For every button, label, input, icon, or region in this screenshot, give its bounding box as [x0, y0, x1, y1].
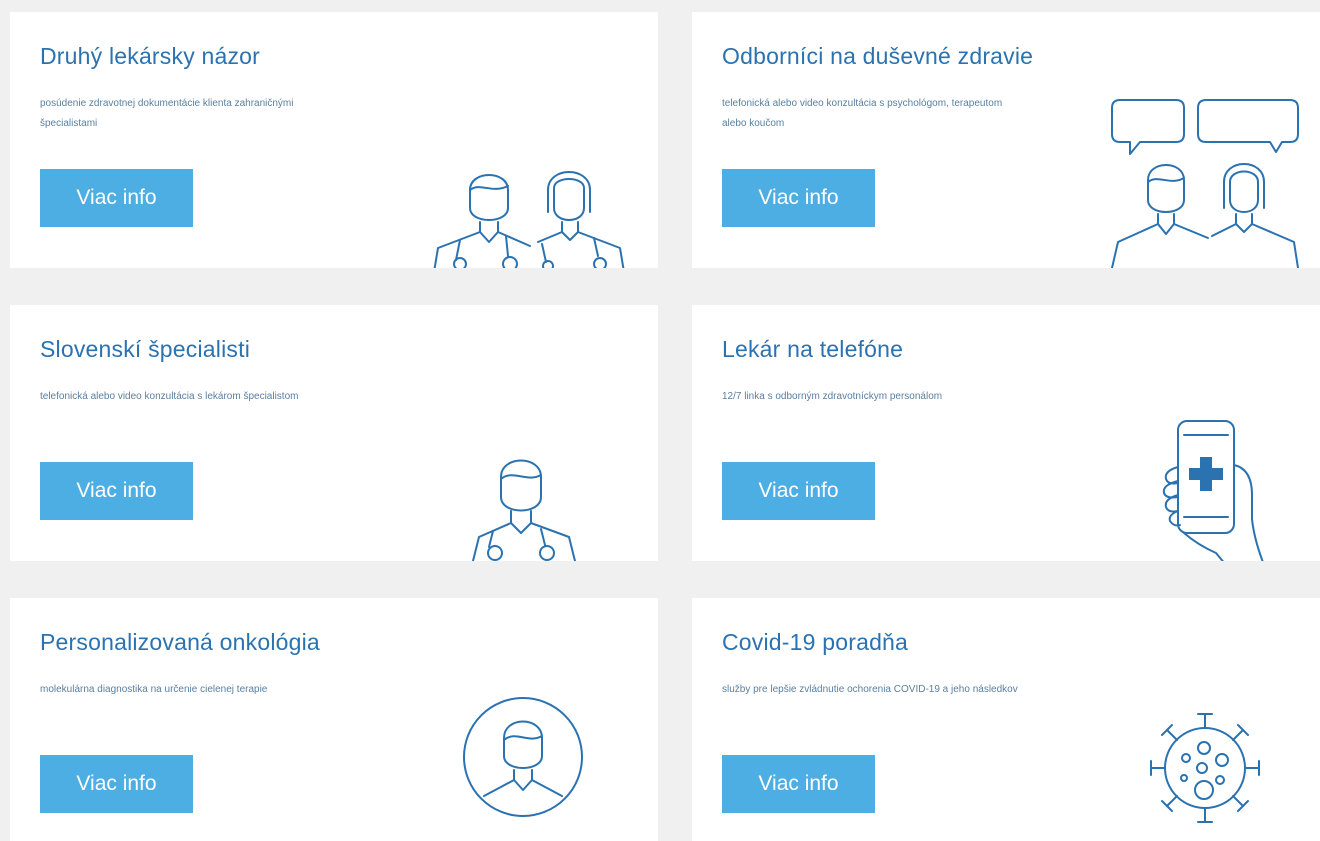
card-description: telefonická alebo video konzultácia s ps… [722, 98, 1003, 129]
card-title: Covid-19 poradňa [722, 629, 909, 655]
more-info-button[interactable]: Viac info [722, 462, 875, 520]
phone-medical-icon [1154, 415, 1284, 561]
service-card-slovak-specialists: Slovenskí špecialisti telefonická alebo … [10, 305, 658, 561]
card-description: posúdenie zdravotnej dokumentácie klient… [40, 98, 294, 129]
service-card-second-opinion: Druhý lekársky názor posúdenie zdravotne… [10, 12, 658, 268]
card-title: Slovenskí špecialisti [40, 336, 251, 362]
doctor-icon [465, 447, 585, 561]
card-description: telefonická alebo video konzultácia s le… [40, 391, 299, 402]
card-title: Personalizovaná onkológia [40, 629, 320, 655]
service-card-mental-health: Odborníci na duševné zdravie telefonická… [692, 12, 1320, 268]
card-title: Lekár na telefóne [722, 336, 904, 362]
services-grid: Druhý lekársky názor posúdenie zdravotne… [0, 0, 1320, 841]
card-title: Druhý lekársky názor [40, 43, 261, 69]
service-card-phone-doctor: Lekár na telefóne 12/7 linka s odborným … [692, 305, 1320, 561]
more-info-button[interactable]: Viac info [40, 462, 193, 520]
service-card-oncology: Personalizovaná onkológia molekulárna di… [10, 598, 658, 841]
card-description: molekulárna diagnostika na určenie ciele… [40, 684, 268, 695]
more-info-button[interactable]: Viac info [40, 169, 193, 227]
virus-icon [1140, 706, 1270, 830]
two-doctors-icon [430, 152, 630, 268]
card-description: 12/7 linka s odborným zdravotníckym pers… [722, 391, 943, 402]
service-card-covid: Covid-19 poradňa služby pre lepšie zvlád… [692, 598, 1320, 841]
person-circle-icon [458, 692, 588, 822]
two-people-chat-icon [1102, 96, 1302, 268]
card-description: služby pre lepšie zvládnutie ochorenia C… [722, 684, 1018, 695]
more-info-button[interactable]: Viac info [722, 755, 875, 813]
more-info-button[interactable]: Viac info [722, 169, 875, 227]
card-title: Odborníci na duševné zdravie [722, 43, 1034, 69]
more-info-button[interactable]: Viac info [40, 755, 193, 813]
